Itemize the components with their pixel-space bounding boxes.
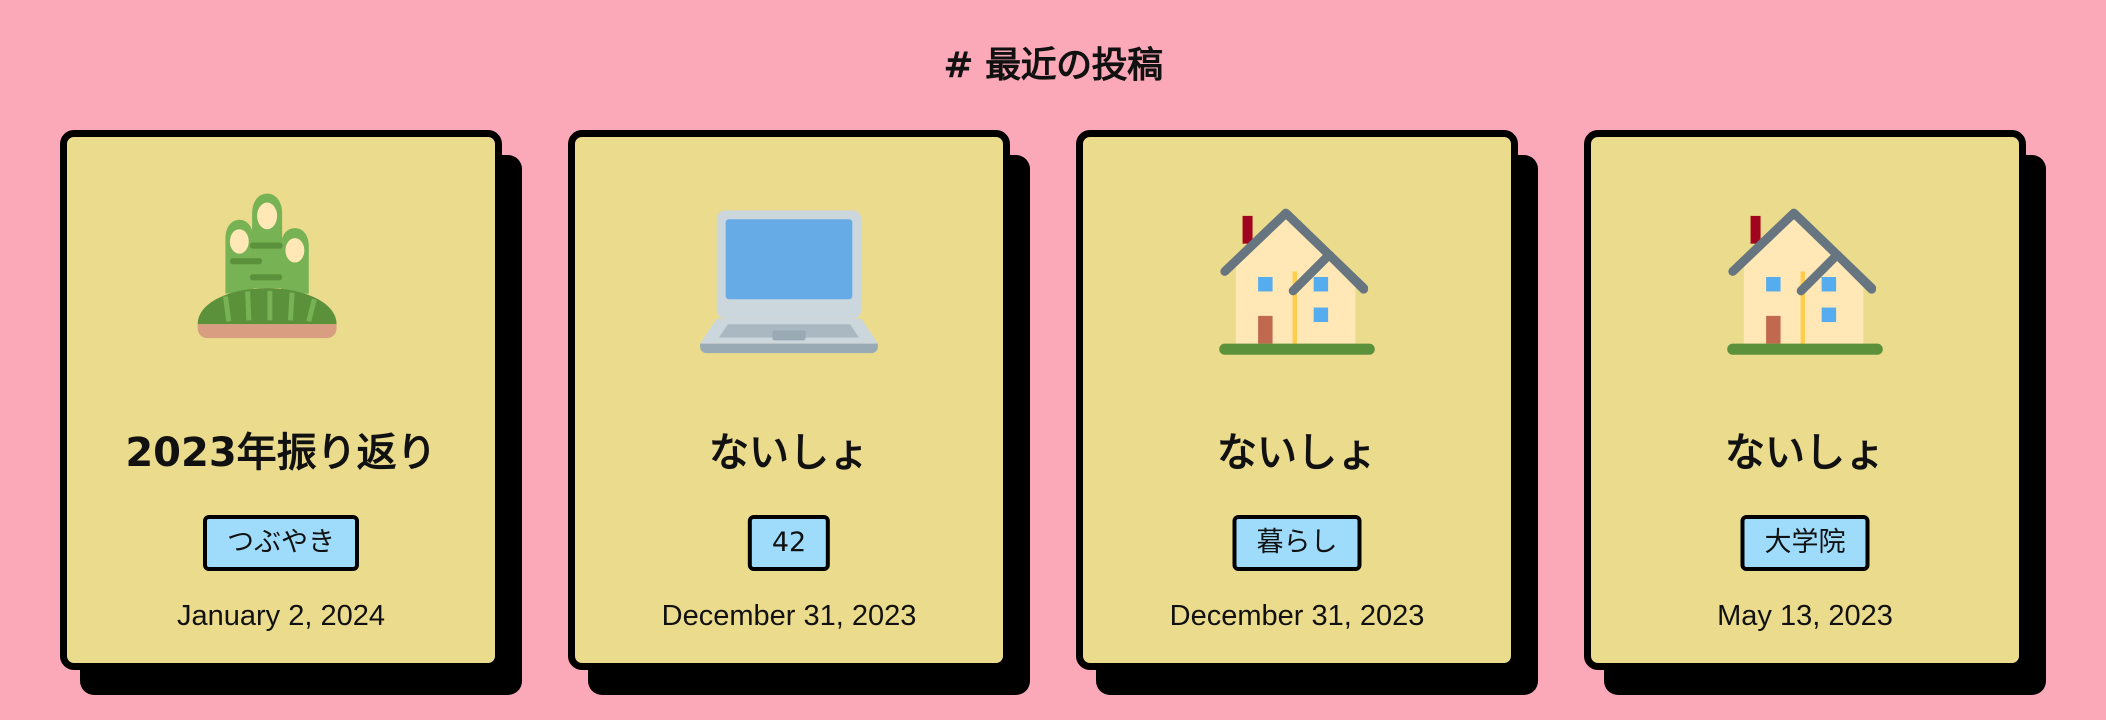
post-title: ないしょ	[1217, 430, 1377, 476]
post-title: ないしょ	[1725, 430, 1885, 476]
post-date: December 31, 2023	[1169, 600, 1425, 632]
post-card[interactable]: ないしょ 42 December 31, 2023	[568, 130, 1010, 670]
post-card[interactable]: ないしょ 大学院 May 13, 2023	[1584, 130, 2026, 670]
post-date: January 2, 2024	[177, 600, 385, 632]
house-icon	[1083, 177, 1511, 377]
post-title: 2023年振り返り	[125, 430, 437, 476]
post-title: ないしょ	[709, 430, 869, 476]
post-card[interactable]: ないしょ 暮らし December 31, 2023	[1076, 130, 1518, 670]
post-date: May 13, 2023	[1717, 600, 1893, 632]
post-tag[interactable]: つぶやき	[203, 515, 359, 571]
post-date: December 31, 2023	[661, 600, 917, 632]
house-icon	[1591, 177, 2019, 377]
post-card[interactable]: 2023年振り返り つぶやき January 2, 2024	[60, 130, 502, 670]
post-tag[interactable]: 大学院	[1740, 515, 1870, 571]
post-tag[interactable]: 42	[747, 515, 831, 571]
kadomatsu-icon	[67, 177, 495, 377]
page-title: # 最近の投稿	[943, 45, 1163, 87]
laptop-icon	[575, 177, 1003, 377]
post-tag[interactable]: 暮らし	[1232, 515, 1362, 571]
